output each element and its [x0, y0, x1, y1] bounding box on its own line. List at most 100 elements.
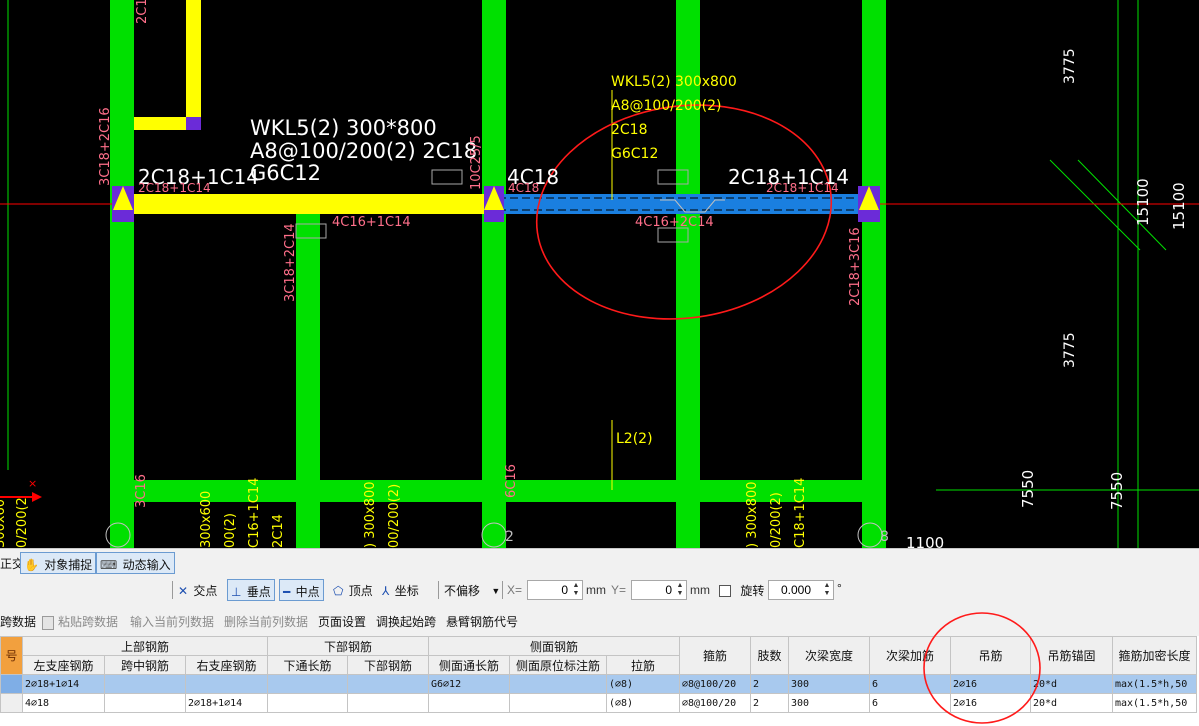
perpendicular-snap-button[interactable]: ⊥ 垂点 [227, 579, 275, 601]
col-header-legs[interactable]: 肢数 [750, 636, 789, 675]
row-index-cell[interactable] [0, 674, 23, 694]
page-setup-button[interactable]: 页面设置 [318, 613, 366, 630]
cell-stirrup[interactable]: ⌀8@100/20 [679, 693, 751, 713]
cell-bottom-bar[interactable] [347, 693, 429, 713]
col-header-sec-add[interactable]: 次梁加筋 [869, 636, 951, 675]
object-snap-toggle[interactable]: ✋ 对象捕捉 [20, 552, 97, 574]
beam-main-label-line2: A8@100/200(2) 2C18 [250, 139, 477, 163]
cell-hanger-anchor[interactable]: 20*d [1030, 674, 1113, 694]
col-header-bottom-bar[interactable]: 下部钢筋 [347, 655, 429, 675]
dynamic-input-label: 动态输入 [122, 557, 171, 572]
cell-hanger-anchor[interactable]: 20*d [1030, 693, 1113, 713]
dynamic-input-toggle[interactable]: ⌨ 动态输入 [96, 552, 175, 574]
vertex-snap-button[interactable]: ⬠ 顶点 [333, 579, 373, 601]
top-right-support-small: 2C18+1C14 [766, 181, 839, 195]
cell-left-support[interactable]: 2⌀18+1⌀14 [22, 674, 105, 694]
col-header-hanger[interactable]: 吊筋 [950, 636, 1031, 675]
cell-sec-width[interactable]: 300 [788, 693, 870, 713]
table-row[interactable]: 4⌀18 2⌀18+1⌀14 (⌀8) ⌀8@100/20 2 300 6 2⌀… [0, 693, 1197, 713]
dim-mid: 3775 [1062, 332, 1078, 368]
column-mid [482, 0, 506, 548]
bottom-left-beam-c: C16+1C14 [247, 478, 262, 548]
col-top-left-vert-label: 2C16 [135, 0, 150, 24]
cell-left-support[interactable]: 4⌀18 [22, 693, 105, 713]
table-row[interactable]: 2⌀18+1⌀14 G6⌀12 (⌀8) ⌀8@100/20 2 300 6 2… [0, 674, 1197, 694]
col-header-bottom-through[interactable]: 下通长筋 [267, 655, 348, 675]
group-header-side: 侧面钢筋 [428, 636, 680, 656]
swap-start-span-button[interactable]: 调换起始跨 [376, 613, 436, 630]
cell-mid-span[interactable] [104, 674, 186, 694]
y-input[interactable]: 0 ▲ ▼ [631, 580, 687, 600]
col-header-side-original[interactable]: 侧面原位标注筋 [509, 655, 607, 675]
cell-bottom-bar[interactable] [347, 674, 429, 694]
cell-side-original[interactable] [509, 674, 607, 694]
col-header-tie[interactable]: 拉筋 [606, 655, 680, 675]
offset-mode-value: 不偏移 [444, 583, 481, 598]
cell-stirrup-dense[interactable]: max(1.5*h,50 [1112, 674, 1197, 694]
cell-legs[interactable]: 2 [750, 674, 789, 694]
rotate-input[interactable]: 0.000 ▲ ▼ [768, 580, 834, 600]
col-header-hanger-anchor[interactable]: 吊筋锚固 [1030, 636, 1113, 675]
x-unit: mm [586, 583, 606, 597]
rotate-value: 0.000 [780, 583, 811, 597]
cell-right-support[interactable] [185, 674, 268, 694]
rotate-checkbox[interactable]: 旋转 [719, 579, 764, 601]
cell-side-original[interactable] [509, 693, 607, 713]
cell-side-through[interactable] [428, 693, 510, 713]
snap-toolbar: 正交 ✋ 对象捕捉 ⌨ 动态输入 [0, 548, 1199, 577]
input-current-column-button[interactable]: 输入当前列数据 [130, 613, 214, 630]
offset-mode-select[interactable]: 不偏移 ▼ [444, 579, 502, 601]
cell-hanger[interactable]: 2⌀16 [950, 674, 1031, 694]
cell-stirrup-dense[interactable]: max(1.5*h,50 [1112, 693, 1197, 713]
col-header-stirrup-dense[interactable]: 箍筋加密长度 [1112, 636, 1197, 675]
row-index-cell[interactable] [0, 693, 23, 713]
col-header-sec-width[interactable]: 次梁宽度 [788, 636, 870, 675]
cad-drawing-canvas[interactable]: × WKL5(2) 300*800 A8@100/200(2) 2C18 G6C… [0, 0, 1199, 548]
paste-span-data-button[interactable]: 粘贴跨数据 [42, 613, 118, 630]
delete-current-column-button[interactable]: 删除当前列数据 [224, 613, 308, 630]
cell-side-through[interactable]: G6⌀12 [428, 674, 510, 694]
x-spinner-icon[interactable]: ▲ ▼ [571, 582, 581, 598]
intersection-snap-button[interactable]: ✕ 交点 [178, 579, 217, 601]
perpendicular-icon: ⊥ [231, 584, 242, 599]
rebar-table: 号 上部钢筋 下部钢筋 侧面钢筋 箍筋 肢数 次梁宽度 次梁加筋 吊筋 吊筋锚固… [0, 636, 1197, 713]
beam-small-label-line2: A8@100/200(2) [611, 98, 721, 114]
paste-span-label: 粘贴跨数据 [58, 615, 119, 629]
dynamic-input-icon: ⌨ [100, 557, 118, 572]
coordinate-snap-button[interactable]: ⅄ 坐标 [382, 579, 419, 601]
y-unit: mm [690, 583, 710, 597]
row-index-header: 号 [0, 636, 23, 675]
cell-bottom-through[interactable] [267, 674, 348, 694]
far-left-beam-a: 300x60 [0, 499, 8, 548]
toolbar-divider [502, 581, 503, 599]
degree-symbol: ° [837, 581, 842, 595]
cell-tie[interactable]: (⌀8) [606, 674, 680, 694]
y-spinner-icon[interactable]: ▲ ▼ [675, 582, 685, 598]
col-header-right-support[interactable]: 右支座钢筋 [185, 655, 268, 675]
cell-sec-add[interactable]: 6 [869, 674, 951, 694]
dim-7550-a: 7550 [1019, 470, 1037, 508]
cell-bottom-through[interactable] [267, 693, 348, 713]
cell-mid-span[interactable] [104, 693, 186, 713]
checkbox-icon [719, 584, 731, 597]
col-header-side-through[interactable]: 侧面通长筋 [428, 655, 510, 675]
col-header-stirrup[interactable]: 箍筋 [679, 636, 751, 675]
axis-marker-right-label: 8 [880, 529, 889, 545]
cantilever-code-button[interactable]: 悬臂钢筋代号 [446, 613, 518, 630]
cell-sec-add[interactable]: 6 [869, 693, 951, 713]
cell-sec-width[interactable]: 300 [788, 674, 870, 694]
cell-hanger[interactable]: 2⌀16 [950, 693, 1031, 713]
copy-span-data-button[interactable]: 跨数据 [0, 613, 36, 630]
midpoint-snap-button[interactable]: ━ 中点 [279, 579, 324, 601]
col-header-mid-span[interactable]: 跨中钢筋 [104, 655, 186, 675]
x-input[interactable]: 0 ▲ ▼ [527, 580, 583, 600]
cell-legs[interactable]: 2 [750, 693, 789, 713]
dim-7550-b: 7550 [1108, 472, 1126, 510]
cell-tie[interactable]: (⌀8) [606, 693, 680, 713]
rotate-spinner-icon[interactable]: ▲ ▼ [822, 582, 832, 598]
cell-right-support[interactable]: 2⌀18+1⌀14 [185, 693, 268, 713]
intersection-label: 交点 [193, 583, 218, 598]
col-header-left-support[interactable]: 左支座钢筋 [22, 655, 105, 675]
cell-stirrup[interactable]: ⌀8@100/20 [679, 674, 751, 694]
bottom-mid-6c16-label: 6C16 [504, 464, 519, 498]
